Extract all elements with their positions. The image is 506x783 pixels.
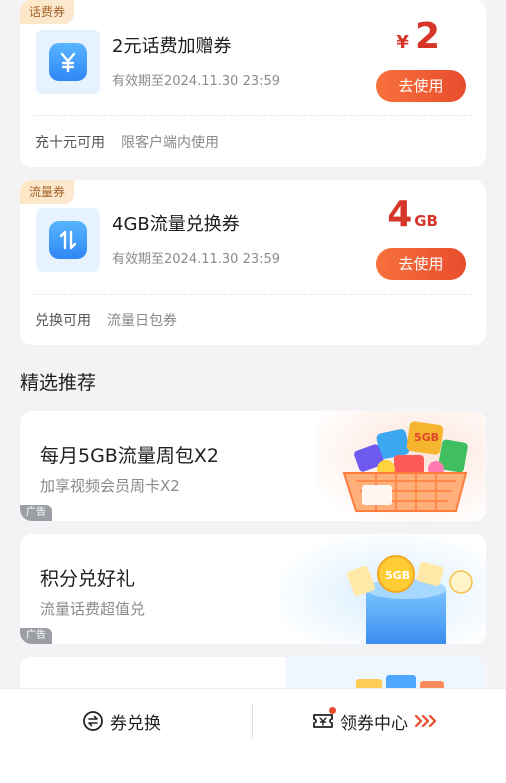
points-gift-illustration: 5GB [276,534,486,644]
ticket-icon [312,707,336,732]
coupon-tag: 流量券 [20,180,75,204]
triple-chevron-right-icon [414,714,437,728]
coupon-scope: 限客户端内使用 [121,135,219,151]
coupon-validity: 有效期至2024.11.30 23:59 [112,252,281,267]
section-title: 精选推荐 [20,372,97,394]
coupon-center-label: 领券中心 [340,713,408,734]
exchange-arrows-icon [49,221,87,259]
use-coupon-button[interactable]: 去使用 [376,70,466,102]
coupon-conditions: 兑换可用 流量日包券 [35,310,177,330]
coupon-divider [34,115,472,116]
coupon-card-data: 流量券 4GB流量兑换券 有效期至2024.11.30 23:59 4 GB 去… [20,180,486,345]
bar-divider [252,703,253,739]
coupon-validity: 有效期至2024.11.30 23:59 [112,74,281,89]
promo-art-label: 5GB [385,569,410,582]
coupon-conditions: 充十元可用 限客户端内使用 [35,132,219,152]
coupon-value: ¥ 2 [396,16,440,57]
coupon-amount: 4 [387,194,413,235]
promo-subtitle: 流量话费超值兑 [40,600,146,618]
coupon-card-phone-credit: 话费券 2元话费加赠券 有效期至2024.11.30 23:59 ¥ 2 去使用… [20,0,486,167]
shopping-basket-illustration: 5GB [316,411,486,521]
use-coupon-button[interactable]: 去使用 [376,248,466,280]
coupon-scope: 流量日包券 [107,313,177,329]
coupon-divider [34,294,472,295]
coupon-icon-box [36,208,100,272]
ad-badge: 广告 [20,628,52,644]
notification-dot [329,707,336,714]
yuan-icon [49,43,87,81]
coupon-exchange-button[interactable]: 券兑换 [82,707,161,735]
ad-badge: 广告 [20,505,52,521]
coupon-unit: GB [414,212,438,230]
promo-subtitle: 加享视频会员周卡X2 [40,477,180,495]
coupon-tag: 话费券 [20,0,75,24]
coupon-amount: 2 [414,16,440,57]
coupon-title: 2元话费加赠券 [112,36,232,57]
coupon-condition: 兑换可用 [35,313,91,329]
promo-title: 每月5GB流量周包X2 [40,445,219,467]
promo-card-data-pack[interactable]: 每月5GB流量周包X2 加享视频会员周卡X2 广告 5GB [20,411,486,521]
coupon-condition: 充十元可用 [35,135,105,151]
promo-title: 积分兑好礼 [40,568,136,590]
currency-symbol: ¥ [396,32,409,53]
coupon-exchange-label: 券兑换 [110,713,161,734]
coupon-title: 4GB流量兑换券 [112,214,240,235]
exchange-circle-icon [83,711,103,731]
coupon-icon-box [36,30,100,94]
promo-card-points[interactable]: 积分兑好礼 流量话费超值兑 广告 5GB [20,534,486,644]
bottom-action-bar: 券兑换 领券中心 [0,688,506,783]
coupon-center-button[interactable]: 领券中心 [312,707,438,735]
coupon-value: 4 GB [387,194,438,235]
promo-art-label: 5GB [414,431,439,444]
